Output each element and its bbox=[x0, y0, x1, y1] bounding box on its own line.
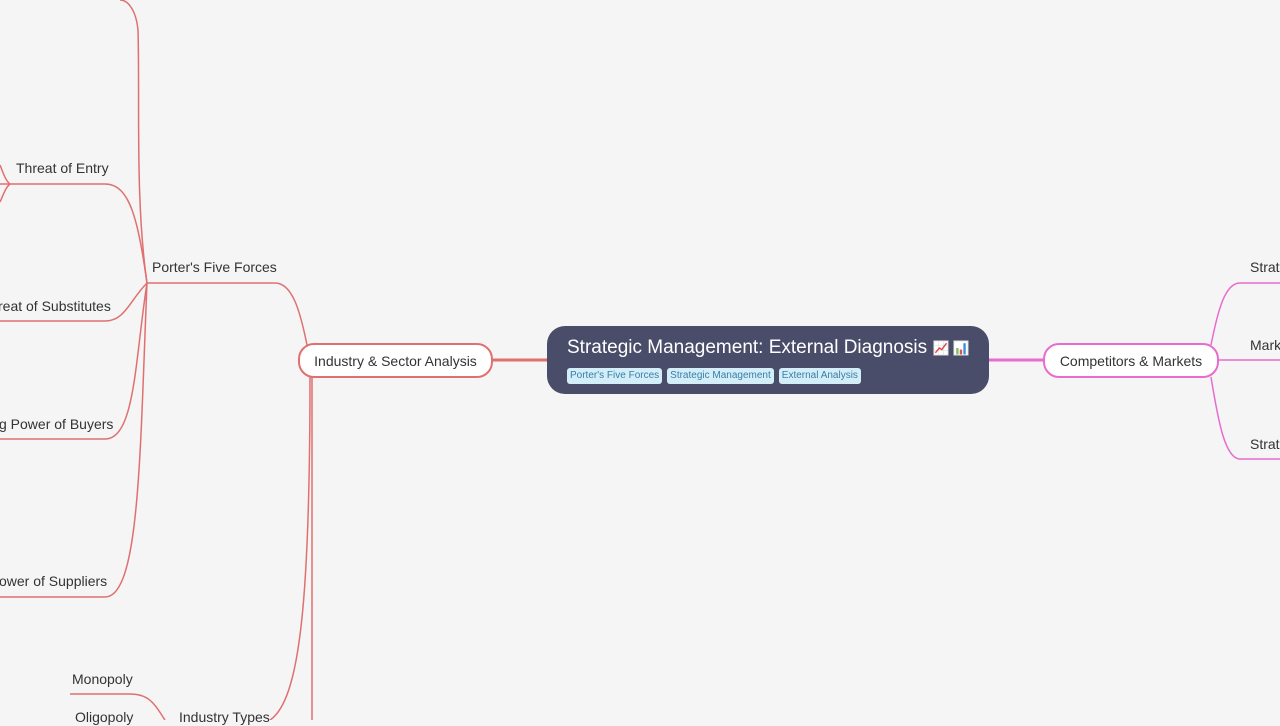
connector-industry-porter bbox=[147, 282, 308, 346]
node-label: Industry & Sector Analysis bbox=[314, 352, 477, 369]
node-monopoly[interactable]: Monopoly bbox=[72, 670, 133, 688]
root-title-row: Strategic Management: External Diagnosis bbox=[567, 336, 969, 360]
connector-porter-entry bbox=[10, 183, 148, 284]
node-threat-of-substitutes[interactable]: reat of Substitutes bbox=[0, 297, 111, 315]
node-strategic-other[interactable]: Strat bbox=[1250, 435, 1280, 453]
root-node[interactable]: Strategic Management: External Diagnosis… bbox=[547, 326, 989, 394]
node-competitors-markets[interactable]: Competitors & Markets bbox=[1043, 343, 1219, 378]
root-tags: Porter's Five Forces Strategic Managemen… bbox=[567, 368, 969, 384]
connector-porter-suppliers bbox=[0, 282, 148, 598]
node-oligopoly[interactable]: Oligopoly bbox=[75, 708, 133, 726]
node-strategic-groups[interactable]: Strat bbox=[1250, 258, 1280, 276]
tag-external-analysis[interactable]: External Analysis bbox=[778, 368, 861, 384]
connector-industry-types-curve bbox=[269, 376, 311, 720]
node-industry-types[interactable]: Industry Types bbox=[179, 708, 270, 726]
connector-porter-top bbox=[119, 0, 148, 284]
tag-porters-five-forces[interactable]: Porter's Five Forces bbox=[567, 368, 663, 384]
bar-chart-icon bbox=[953, 340, 969, 356]
chart-increasing-icon bbox=[933, 340, 949, 356]
node-threat-of-entry[interactable]: Threat of Entry bbox=[16, 159, 109, 177]
root-title: Strategic Management: External Diagnosis bbox=[567, 337, 928, 358]
node-bargaining-power-suppliers[interactable]: ower of Suppliers bbox=[0, 572, 107, 590]
node-industry-sector-analysis[interactable]: Industry & Sector Analysis bbox=[298, 343, 493, 378]
node-bargaining-power-buyers[interactable]: g Power of Buyers bbox=[0, 415, 113, 433]
node-label: Competitors & Markets bbox=[1059, 352, 1203, 369]
tag-strategic-management[interactable]: Strategic Management bbox=[667, 368, 774, 384]
node-porters-five-forces[interactable]: Porter's Five Forces bbox=[152, 258, 277, 276]
node-market-segments[interactable]: Mark bbox=[1250, 336, 1280, 354]
